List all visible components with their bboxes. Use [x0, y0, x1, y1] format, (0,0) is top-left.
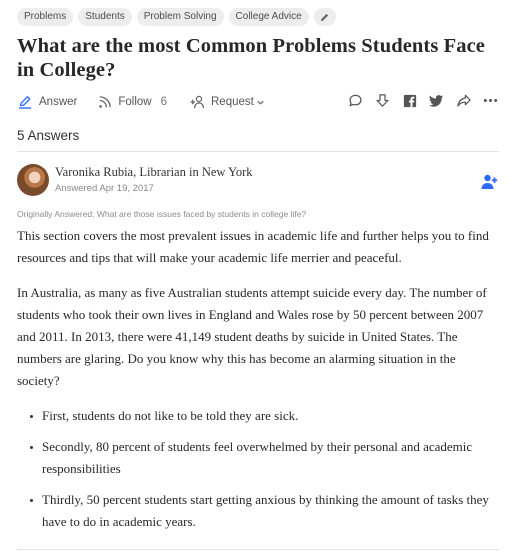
answer-paragraph: This section covers the most prevalent i… — [17, 228, 489, 265]
answers-count: 5 Answers — [17, 121, 499, 152]
answer-pencil-icon — [19, 96, 31, 109]
topic-chip-students[interactable]: Students — [78, 8, 132, 26]
list-item: Secondly, 80 percent of students feel ov… — [17, 436, 499, 480]
request-label: Request — [211, 96, 254, 108]
edit-topics-button[interactable] — [313, 8, 336, 26]
answer-bullet-list: First, students do not like to be told t… — [17, 405, 499, 533]
pencil-icon — [321, 13, 329, 21]
comment-icon[interactable] — [347, 92, 364, 109]
more-icon[interactable] — [482, 92, 499, 109]
topic-chip-problems[interactable]: Problems — [17, 8, 74, 26]
question-share-icons — [347, 92, 499, 109]
request-user-icon — [190, 95, 205, 109]
topic-chip-college-advice[interactable]: College Advice — [228, 8, 309, 26]
question-title[interactable]: What are the most Common Problems Studen… — [17, 34, 499, 82]
originally-answered[interactable]: Originally Answered: What are those issu… — [17, 209, 499, 219]
follow-label: Follow — [118, 96, 152, 108]
follow-rss-icon — [99, 95, 112, 108]
author-credential[interactable]: Varonika Rubia, Librarian in New York — [55, 165, 253, 180]
answered-date[interactable]: Answered Apr 19, 2017 — [55, 183, 154, 194]
answer-label: Answer — [39, 96, 78, 108]
topic-chip-problem-solving[interactable]: Problem Solving — [136, 8, 224, 26]
twitter-icon[interactable] — [428, 92, 445, 109]
follow-count: 6 — [160, 96, 167, 108]
list-item: First, students do not like to be told t… — [17, 405, 499, 427]
chevron-down-icon — [257, 100, 264, 105]
question-page: Problems Students Problem Solving Colleg… — [17, 8, 499, 542]
answer-paragraph: In Australia, as many as five Australian… — [17, 285, 487, 388]
question-action-bar: Answer Follow 6 Request — [17, 90, 499, 114]
facebook-icon[interactable] — [401, 92, 418, 109]
answer-button[interactable]: Answer — [17, 94, 77, 110]
avatar[interactable] — [17, 164, 49, 196]
answer-body: This section covers the most prevalent i… — [17, 225, 499, 533]
share-icon[interactable] — [455, 92, 472, 109]
topic-list: Problems Students Problem Solving Colleg… — [17, 8, 499, 26]
request-button[interactable]: Request — [189, 94, 265, 110]
answer-author-header: Varonika Rubia, Librarian in New York An… — [17, 164, 499, 200]
divider — [17, 549, 499, 550]
list-item: Thirdly, 50 percent students start getti… — [17, 489, 499, 533]
follow-user-icon[interactable] — [480, 173, 498, 191]
downvote-icon[interactable] — [374, 92, 391, 109]
follow-button[interactable]: Follow 6 — [97, 95, 167, 110]
